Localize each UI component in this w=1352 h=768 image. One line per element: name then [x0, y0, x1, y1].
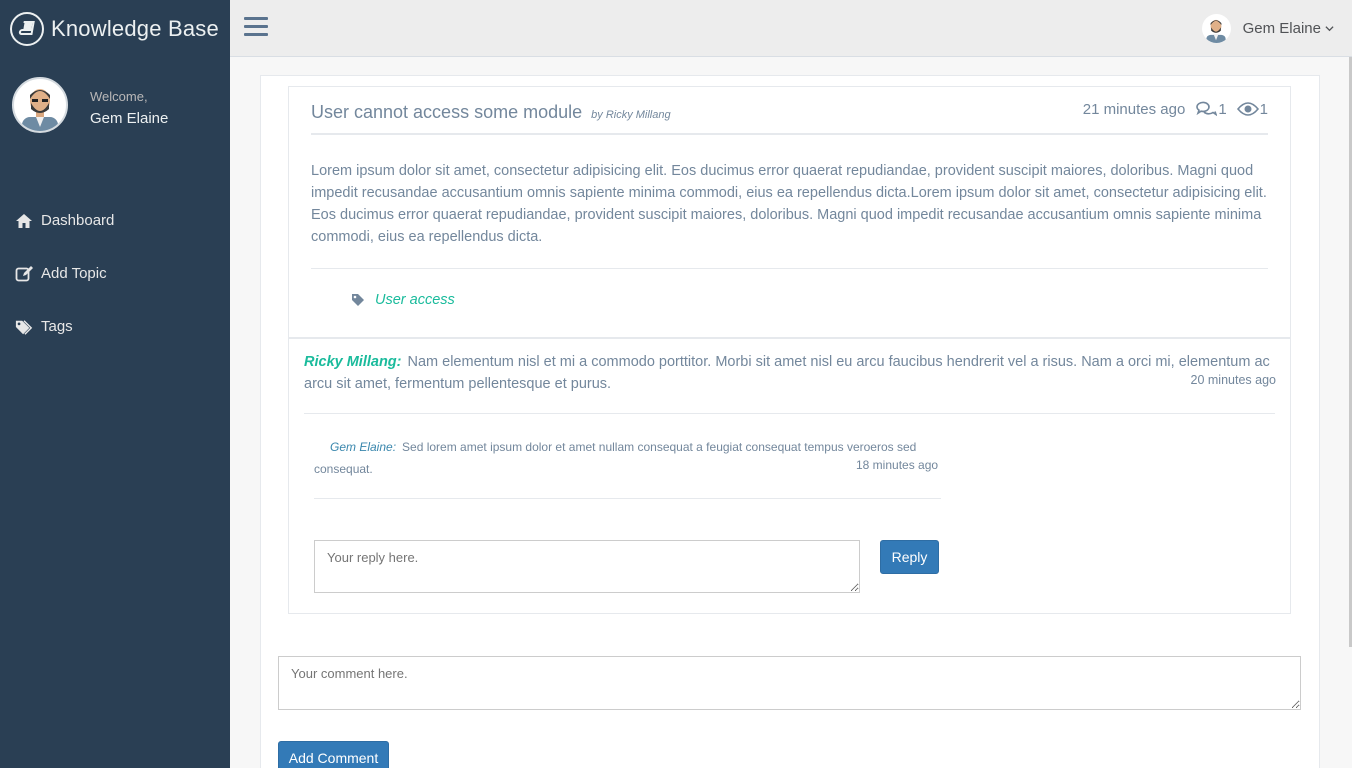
top-nav: Gem Elaine — [230, 0, 1352, 57]
sidebar-nav: Dashboard Add Topic Tags — [0, 194, 230, 353]
view-count: 1 — [1236, 101, 1268, 118]
tag-row: User access — [351, 292, 455, 308]
comment-text: Ricky Millang: Nam elementum nisl et mi a… — [304, 351, 1276, 395]
hamburger-icon[interactable] — [244, 17, 268, 39]
topic-card: User cannot access some module by Ricky … — [288, 86, 1291, 338]
comment-input[interactable] — [278, 656, 1301, 710]
user-menu[interactable]: Gem Elaine — [1201, 14, 1334, 43]
comment-author: Ricky Millang: — [304, 354, 402, 370]
sidebar: Knowledge Base Welcome, Gem Elaine Dashb… — [0, 0, 230, 768]
brand-title: Knowledge Base — [51, 15, 219, 41]
brand[interactable]: Knowledge Base — [0, 0, 230, 57]
divider — [314, 498, 941, 499]
comment-body: Nam elementum nisl et mi a commodo portt… — [304, 354, 1270, 392]
comment-card: Ricky Millang: Nam elementum nisl et mi a… — [288, 338, 1291, 614]
topic-title-text: User cannot access some module — [311, 102, 583, 122]
tag-link[interactable]: User access — [375, 292, 455, 308]
user-name: Gem Elaine — [1242, 20, 1321, 37]
sidebar-item-label: Tags — [41, 318, 73, 335]
topic-time: 21 minutes ago — [1082, 100, 1186, 118]
sidebar-item-label: Add Topic — [41, 265, 107, 282]
welcome-label: Welcome, — [90, 89, 148, 104]
comment-time: 20 minutes ago — [1190, 373, 1276, 387]
home-icon — [16, 213, 32, 228]
avatar — [12, 77, 68, 133]
add-comment-button[interactable]: Add Comment — [278, 741, 389, 768]
topic-author: by Ricky Millang — [591, 109, 671, 121]
tag-icon — [352, 294, 364, 306]
profile: Welcome, Gem Elaine — [0, 57, 230, 194]
profile-name: Gem Elaine — [90, 110, 169, 127]
reply-author: Gem Elaine: — [330, 440, 397, 454]
reply-body: Sed lorem amet ipsum dolor et amet nulla… — [314, 440, 917, 476]
reply-time: 18 minutes ago — [856, 458, 939, 472]
reply: Gem Elaine: Sed lorem amet ipsum dolor et… — [314, 436, 934, 480]
chevron-down-icon — [1325, 26, 1334, 32]
avatar — [1201, 14, 1231, 43]
comments-icon — [1196, 101, 1218, 117]
reply-input[interactable] — [314, 540, 860, 593]
sidebar-item-label: Dashboard — [41, 212, 115, 229]
topic-meta: 21 minutes ago 1 1 — [1083, 100, 1268, 118]
divider — [311, 268, 1268, 269]
main-content: User cannot access some module by Ricky … — [230, 57, 1352, 768]
reply-button[interactable]: Reply — [880, 540, 939, 574]
topic-header: User cannot access some module by Ricky … — [311, 87, 1268, 135]
eye-icon — [1236, 102, 1259, 116]
topic-title: User cannot access some module by Ricky … — [311, 102, 671, 123]
sidebar-item-add-topic[interactable]: Add Topic — [0, 247, 230, 300]
sidebar-item-dashboard[interactable]: Dashboard — [0, 194, 230, 247]
edit-icon — [15, 265, 33, 281]
topic-body: Lorem ipsum dolor sit amet, consectetur … — [311, 163, 1267, 245]
comment-count[interactable]: 1 — [1195, 100, 1227, 118]
tags-icon — [15, 319, 33, 335]
divider — [304, 413, 1275, 414]
sidebar-item-tags[interactable]: Tags — [0, 300, 230, 353]
book-icon — [10, 11, 44, 46]
topic-panel: User cannot access some module by Ricky … — [260, 75, 1320, 768]
